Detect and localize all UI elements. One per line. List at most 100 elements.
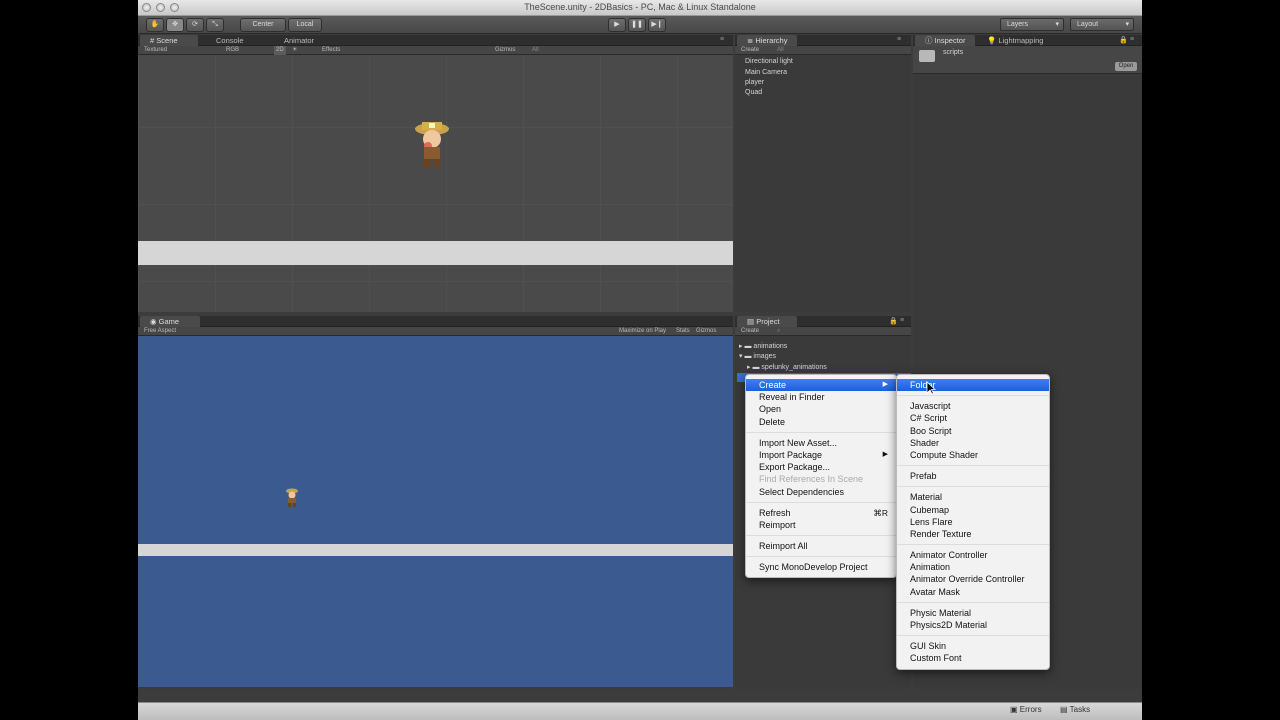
lock-icon[interactable]: 🔒 — [889, 317, 898, 325]
menu-item-sync-monodevelop-project[interactable]: Sync MonoDevelop Project — [746, 561, 896, 573]
step-button[interactable]: ▶❙ — [648, 18, 666, 32]
create-submenu: Folder Javascript C# Script Boo Script Shade… — [896, 374, 1050, 670]
menu-item-boo-script[interactable]: Boo Script — [897, 425, 1049, 437]
folder-icon — [919, 50, 935, 62]
panel-menu-icon[interactable]: ≡ — [720, 36, 724, 43]
2d-mode-toggle[interactable]: 2D — [274, 46, 286, 55]
effects-dropdown[interactable]: Effects — [322, 46, 340, 55]
tab-game[interactable]: ◉ Game — [140, 316, 200, 327]
menu-item-lens-flare[interactable]: Lens Flare — [897, 516, 1049, 528]
layers-dropdown[interactable]: Layers ▾ — [1000, 18, 1064, 31]
menu-item-physic-material[interactable]: Physic Material — [897, 607, 1049, 619]
project-create-dropdown[interactable]: Create — [741, 327, 759, 336]
tasks-button[interactable]: ▤ Tasks — [1060, 705, 1090, 714]
menu-item-physics2d-material[interactable]: Physics2D Material — [897, 619, 1049, 631]
menu-item-label: Animator Controller — [910, 550, 988, 561]
rotate-tool-button[interactable]: ⟳ — [186, 18, 204, 32]
hierarchy-item[interactable]: Directional light — [745, 58, 793, 65]
menu-item-compute-shader[interactable]: Compute Shader — [897, 449, 1049, 461]
menu-item-javascript[interactable]: Javascript — [897, 400, 1049, 412]
project-subtoolbar: Create ⌕ — [735, 327, 911, 336]
tab-console[interactable]: Console — [206, 35, 266, 46]
menu-item-material[interactable]: Material — [897, 491, 1049, 503]
game-viewport[interactable] — [138, 336, 733, 687]
folder-row[interactable]: ▾ ▬ images — [739, 352, 776, 360]
hierarchy-create-dropdown[interactable]: Create — [741, 46, 759, 55]
menu-item-animator-override-controller[interactable]: Animator Override Controller — [897, 573, 1049, 585]
menu-item-folder[interactable]: Folder — [897, 379, 1049, 392]
menu-item-create[interactable]: Create ▶ — [746, 379, 896, 392]
folder-row[interactable]: ▸ ▬ spelunky_animations — [747, 363, 827, 371]
gizmos-toggle[interactable]: Gizmos — [696, 327, 716, 336]
menu-item-gui-skin[interactable]: GUI Skin — [897, 640, 1049, 652]
menu-item-import-package[interactable]: Import Package ▶ — [746, 449, 896, 461]
menu-item-animation[interactable]: Animation — [897, 561, 1049, 573]
hierarchy-search-input[interactable]: All — [777, 46, 784, 55]
scene-ground-quad[interactable] — [138, 241, 733, 265]
menu-item-refresh[interactable]: Refresh ⌘R — [746, 507, 896, 519]
menu-item-cubemap[interactable]: Cubemap — [897, 504, 1049, 516]
tab-project[interactable]: ▤ Project — [737, 316, 797, 327]
menu-item-prefab[interactable]: Prefab — [897, 470, 1049, 482]
project-search-icon[interactable]: ⌕ — [777, 327, 780, 336]
disclosure-triangle-icon[interactable]: ▾ — [739, 353, 743, 360]
tab-lightmapping[interactable]: 💡 Lightmapping — [977, 35, 1067, 46]
disclosure-triangle-icon[interactable]: ▸ — [739, 343, 743, 350]
menu-item-label: Physic Material — [910, 607, 972, 618]
move-tool-button[interactable]: ✥ — [166, 18, 184, 32]
tab-inspector[interactable]: ⓘ Inspector — [915, 35, 975, 46]
hand-tool-button[interactable]: ✋ — [146, 18, 164, 32]
menu-item-animator-controller[interactable]: Animator Controller — [897, 549, 1049, 561]
folder-row[interactable]: ▸ ▬ animations — [739, 342, 787, 350]
tab-animator[interactable]: Animator — [274, 35, 334, 46]
errors-button[interactable]: ▣ Errors — [1010, 705, 1042, 714]
menu-item-avatar-mask[interactable]: Avatar Mask — [897, 586, 1049, 598]
pivot-center-toggle[interactable]: Center — [240, 18, 286, 32]
hierarchy-panel: ≣ Hierarchy ≡ Create All Directional lig… — [735, 35, 911, 312]
menu-item-export-package[interactable]: Export Package... — [746, 461, 896, 473]
scene-viewport[interactable] — [138, 55, 733, 312]
menu-item-label: Lens Flare — [910, 516, 953, 527]
hierarchy-subtoolbar: Create All — [735, 46, 911, 55]
hierarchy-item[interactable]: Main Camera — [745, 69, 787, 76]
render-mode-dropdown[interactable]: RGB — [226, 46, 239, 55]
menu-item-open[interactable]: Open — [746, 403, 896, 415]
maximize-on-play-toggle[interactable]: Maximize on Play — [619, 327, 666, 336]
menu-item-shader[interactable]: Shader — [897, 437, 1049, 449]
tab-hierarchy[interactable]: ≣ Hierarchy — [737, 35, 797, 46]
menu-item-import-new-asset[interactable]: Import New Asset... — [746, 437, 896, 449]
disclosure-triangle-icon[interactable]: ▸ — [747, 364, 751, 371]
menu-item-reimport[interactable]: Reimport — [746, 519, 896, 531]
gizmos-dropdown[interactable]: Gizmos — [495, 46, 515, 55]
scale-tool-button[interactable]: ⤡ — [206, 18, 224, 32]
menu-item-custom-font[interactable]: Custom Font — [897, 652, 1049, 664]
aspect-dropdown[interactable]: Free Aspect — [144, 327, 176, 336]
panel-menu-icon[interactable]: ≡ — [897, 36, 901, 43]
shading-mode-dropdown[interactable]: Textured — [144, 46, 167, 55]
menu-item-delete[interactable]: Delete — [746, 416, 896, 428]
menu-item-reimport-all[interactable]: Reimport All — [746, 540, 896, 552]
menu-item-c-script[interactable]: C# Script — [897, 412, 1049, 424]
scene-search-input[interactable]: All — [532, 46, 539, 55]
hierarchy-item[interactable]: Quad — [745, 89, 762, 96]
menu-item-reveal-in-finder[interactable]: Reveal in Finder — [746, 391, 896, 403]
menu-item-render-texture[interactable]: Render Texture — [897, 528, 1049, 540]
pause-button[interactable]: ❚❚ — [628, 18, 646, 32]
menu-item-select-dependencies[interactable]: Select Dependencies — [746, 486, 896, 498]
player-sprite[interactable] — [412, 119, 454, 171]
menu-item-label: Reimport All — [759, 541, 808, 552]
layout-dropdown[interactable]: Layout ▾ — [1070, 18, 1134, 31]
play-button[interactable]: ▶ — [608, 18, 626, 32]
pivot-local-toggle[interactable]: Local — [288, 18, 322, 32]
hierarchy-item[interactable]: player — [745, 79, 764, 86]
panel-menu-icon[interactable]: ≡ — [1130, 36, 1134, 43]
open-asset-button[interactable]: Open — [1115, 62, 1137, 71]
scale-icon: ⤡ — [212, 21, 218, 28]
tab-scene[interactable]: # Scene — [140, 35, 198, 46]
panel-menu-icon[interactable]: ≡ — [900, 317, 904, 324]
menu-item-label: Animation — [910, 562, 951, 573]
folder-icon: ▬ — [744, 343, 752, 350]
stats-toggle[interactable]: Stats — [676, 327, 690, 336]
lock-icon[interactable]: 🔒 — [1119, 36, 1128, 44]
lighting-toggle-icon[interactable]: ☀ — [292, 46, 297, 55]
